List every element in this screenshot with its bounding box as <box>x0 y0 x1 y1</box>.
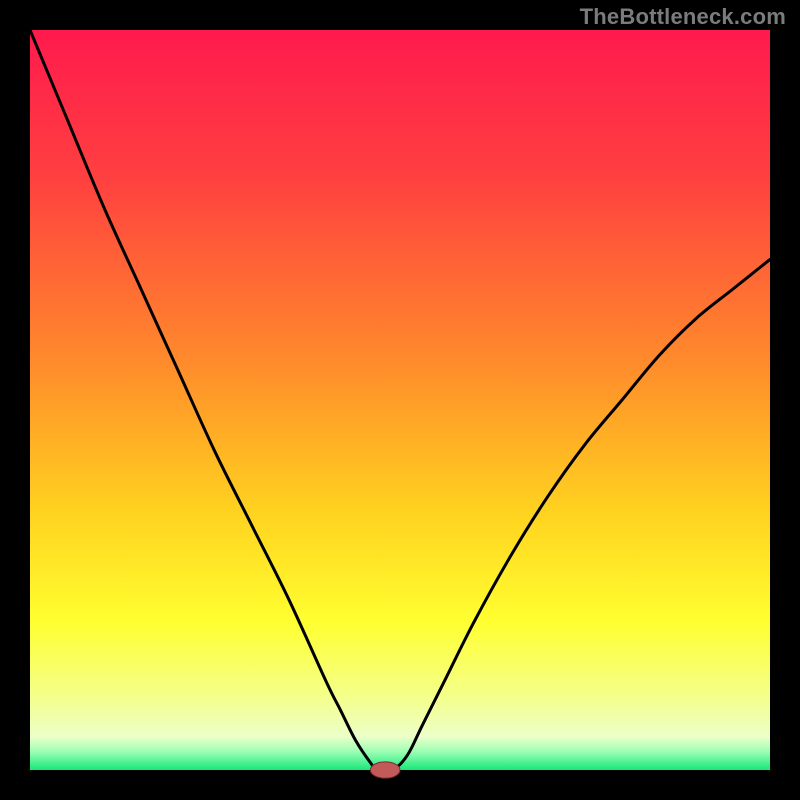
bottleneck-chart <box>0 0 800 800</box>
chart-frame: TheBottleneck.com <box>0 0 800 800</box>
gradient-background <box>30 30 770 770</box>
watermark-text: TheBottleneck.com <box>580 4 786 30</box>
optimum-marker <box>370 762 400 778</box>
